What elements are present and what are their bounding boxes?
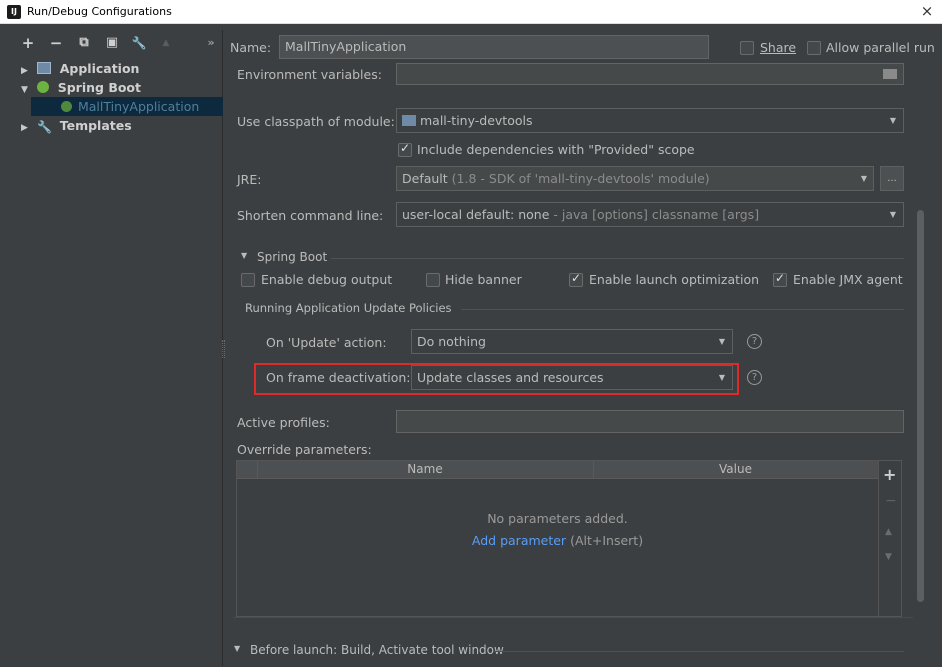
remove-configuration-icon[interactable]: −: [49, 34, 63, 52]
tree-toolbar: + − ⧉ ▣ 🔧 ▲ »: [3, 30, 223, 56]
tree-item-label: Spring Boot: [57, 80, 141, 95]
chevron-down-icon: ▼: [889, 210, 896, 219]
jmx-agent-checkbox[interactable]: [773, 271, 787, 287]
update-policies-title: Running Application Update Policies: [245, 301, 452, 315]
add-configuration-icon[interactable]: +: [21, 34, 35, 52]
section-divider: [331, 258, 904, 259]
application-icon: [37, 62, 52, 74]
empty-table-text: No parameters added.: [487, 511, 628, 526]
tree-item-label: Templates: [59, 118, 132, 133]
debug-output-label: Enable debug output: [261, 272, 393, 287]
configurations-tree-pane: + − ⧉ ▣ 🔧 ▲ » ▶ Application ▼ Spring Boo…: [3, 30, 223, 666]
hide-banner-checkbox[interactable]: [426, 273, 440, 287]
folder-browse-icon[interactable]: [883, 69, 897, 79]
window-title: Run/Debug Configurations: [27, 5, 172, 18]
chevron-down-icon: ▼: [718, 373, 725, 382]
launch-optimization-checkbox[interactable]: [569, 271, 583, 287]
include-provided-checkbox[interactable]: [398, 141, 412, 157]
active-profiles-label: Active profiles:: [237, 415, 330, 430]
on-update-label: On 'Update' action:: [266, 335, 387, 350]
move-up-icon[interactable]: ▲: [160, 34, 172, 52]
jmx-agent-label: Enable JMX agent: [793, 272, 903, 287]
help-icon[interactable]: ?: [747, 370, 762, 385]
move-up-icon[interactable]: ▲: [885, 527, 892, 537]
spring-app-icon: [61, 101, 72, 112]
collapsed-arrow-icon: ▶: [21, 123, 28, 133]
env-vars-label: Environment variables:: [237, 67, 382, 82]
table-header: Name Value: [237, 461, 878, 479]
tree-item-application[interactable]: ▶ Application: [21, 59, 139, 78]
more-actions-icon[interactable]: »: [205, 34, 217, 52]
before-launch-title[interactable]: Before launch: Build, Activate tool wind…: [250, 643, 504, 657]
wrench-icon: 🔧: [37, 120, 53, 134]
add-parameter-row: Add parameter (Alt+Insert): [237, 533, 878, 548]
jre-dropdown-button[interactable]: ▼: [852, 166, 874, 191]
tree-item-templates[interactable]: ▶ 🔧 Templates: [21, 116, 132, 135]
help-icon[interactable]: ?: [747, 334, 762, 349]
jre-browse-button[interactable]: ...: [880, 166, 904, 191]
spring-boot-section-title: Spring Boot: [257, 250, 328, 264]
debug-output-checkbox[interactable]: [241, 273, 255, 287]
name-label: Name:: [230, 40, 272, 55]
classpath-label: Use classpath of module:: [237, 114, 395, 129]
name-input[interactable]: MallTinyApplication: [279, 35, 709, 59]
chevron-down-icon: ▼: [889, 116, 896, 125]
tree-item-label: Application: [59, 61, 140, 76]
section-collapse-icon[interactable]: ▼: [241, 251, 247, 260]
shorten-label: Shorten command line:: [237, 208, 384, 223]
before-launch-expand-icon[interactable]: ▼: [234, 644, 240, 653]
table-side-toolbar: + − ▲ ▼: [879, 460, 902, 617]
tree-item-malltinyapplication[interactable]: MallTinyApplication: [31, 97, 223, 116]
intellij-app-icon: IJ: [7, 5, 21, 19]
shorten-command-select[interactable]: user-local default: none - java [options…: [396, 202, 904, 227]
close-icon[interactable]: ×: [918, 2, 936, 20]
on-update-select[interactable]: Do nothing ▼: [411, 329, 733, 354]
jre-label: JRE:: [237, 172, 262, 187]
save-configuration-icon[interactable]: ▣: [105, 34, 119, 52]
window-titlebar: IJ Run/Debug Configurations ×: [0, 0, 942, 24]
on-frame-deactivation-label: On frame deactivation:: [266, 370, 411, 385]
add-parameter-shortcut: (Alt+Insert): [570, 533, 644, 548]
configuration-editor: Name: MallTinyApplication Share Allow pa…: [225, 30, 942, 667]
allow-parallel-checkbox[interactable]: [807, 41, 821, 55]
chevron-down-icon: ▼: [718, 337, 725, 346]
pane-divider: [233, 617, 913, 618]
chevron-down-icon: ▼: [860, 174, 867, 183]
edit-defaults-wrench-icon[interactable]: 🔧: [131, 34, 147, 52]
active-profiles-input[interactable]: [396, 410, 904, 433]
splitter-handle[interactable]: [222, 340, 225, 358]
override-params-label: Override parameters:: [237, 442, 372, 457]
spring-boot-icon: [37, 81, 50, 93]
launch-optimization-label: Enable launch optimization: [589, 272, 760, 287]
jre-select[interactable]: Default (1.8 - SDK of 'mall-tiny-devtool…: [396, 166, 873, 191]
move-down-icon[interactable]: ▼: [885, 552, 892, 562]
classpath-module-select[interactable]: mall-tiny-devtools ▼: [396, 108, 904, 133]
section-divider: [493, 651, 904, 652]
env-vars-input[interactable]: [396, 63, 904, 85]
column-header-value[interactable]: Value: [593, 462, 878, 476]
include-provided-label: Include dependencies with "Provided" sco…: [417, 142, 695, 157]
on-frame-deactivation-select[interactable]: Update classes and resources ▼: [411, 365, 733, 390]
column-header-name[interactable]: Name: [257, 462, 593, 476]
tree-item-label: MallTinyApplication: [77, 99, 200, 114]
add-parameter-link[interactable]: Add parameter: [472, 533, 566, 548]
tree-item-spring-boot[interactable]: ▼ Spring Boot: [21, 78, 141, 97]
allow-parallel-label: Allow parallel run: [826, 40, 935, 55]
override-parameters-table: Name Value No parameters added. Add para…: [236, 460, 879, 617]
hide-banner-label: Hide banner: [445, 272, 522, 287]
share-label: Share: [760, 40, 797, 55]
share-checkbox[interactable]: [740, 41, 754, 55]
section-divider: [461, 309, 904, 310]
add-row-icon[interactable]: +: [883, 465, 896, 484]
vertical-scrollbar[interactable]: [917, 210, 924, 602]
module-folder-icon: [402, 115, 416, 126]
copy-configuration-icon[interactable]: ⧉: [77, 34, 91, 52]
remove-row-icon[interactable]: −: [885, 493, 897, 509]
